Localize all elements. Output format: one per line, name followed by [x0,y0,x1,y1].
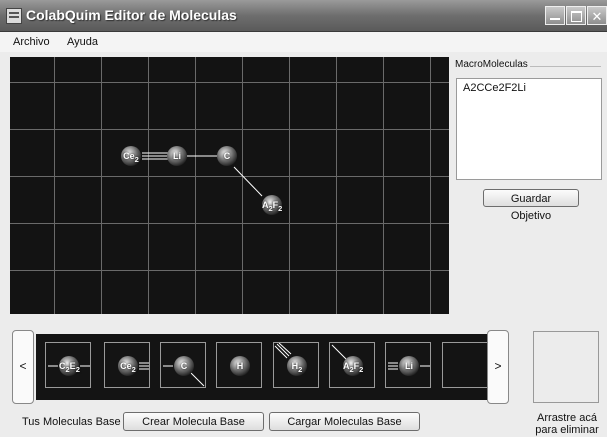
atom-li[interactable]: Li [399,356,419,376]
base-molecule-slot-empty[interactable] [442,342,487,388]
list-item[interactable]: A2CCe2F2Li [463,82,526,94]
menu-archivo[interactable]: Archivo [13,36,50,48]
app-icon [6,8,22,24]
bond-line [190,372,205,387]
atom-ce2[interactable]: Ce2 [121,146,141,166]
trash-label-line2: para eliminar [535,424,599,436]
base-molecule-slot[interactable]: A2F2 [329,342,375,388]
atom-symbol: Li [173,151,181,161]
trash-drop-zone[interactable] [533,331,599,403]
atom-h[interactable]: H [230,356,250,376]
macro-list[interactable]: A2CCe2F2Li [456,78,602,180]
macro-groupbox-legend: MacroMoleculas [453,59,530,70]
window-title: ColabQuim Editor de Moleculas [26,7,237,23]
atom-ce2[interactable]: Ce2 [118,356,138,376]
atom-a2f2[interactable]: A2F2 [262,195,282,215]
base-molecule-slot[interactable]: H [216,342,262,388]
bond-c-a2f2 [233,166,263,197]
atom-symbol: C [180,361,188,371]
atom-symbol: Li [405,361,413,371]
atom-c[interactable]: C [217,146,237,166]
atom-a2f2[interactable]: A2F2 [343,356,363,376]
atom-c[interactable]: C [174,356,194,376]
base-molecule-slot[interactable]: H2 [273,342,319,388]
atom-subscript-2: 2 [278,203,283,213]
minimize-button[interactable] [545,6,565,25]
molecule-canvas[interactable]: Ce2 Li C A2F2 [10,57,449,314]
base-molecule-slot[interactable]: Li [385,342,431,388]
base-molecule-slot[interactable]: Ce2 [104,342,150,388]
save-objective-button[interactable]: Guardar Objetivo [483,189,579,222]
base-molecules-label: Tus Moleculas Base [22,416,121,428]
atom-subscript-2: 2 [359,364,364,374]
title-bar: ColabQuim Editor de Moleculas ✕ [0,0,607,32]
base-molecule-slot[interactable]: C2E2 [45,342,91,388]
scroll-left-button[interactable]: < [12,330,34,404]
base-molecule-slot[interactable]: C [160,342,206,388]
atom-subscript: 2 [134,154,139,164]
atom-symbol: Ce [123,151,135,161]
trash-label: Arrastre acá para eliminar [520,412,607,436]
atom-subscript: 2 [298,364,303,374]
trash-label-line1: Arrastre acá [537,412,597,424]
scroll-right-button[interactable]: > [487,330,509,404]
atom-li[interactable]: Li [167,146,187,166]
menu-bar: Archivo Ayuda [0,32,607,52]
close-button[interactable]: ✕ [587,6,607,25]
load-base-molecules-button[interactable]: Cargar Moleculas Base [269,412,420,431]
atom-symbol: C [223,151,231,161]
atom-subscript-2: 2 [75,364,80,374]
atom-c2e2[interactable]: C2E2 [59,356,80,376]
base-molecule-strip: C2E2 Ce2 C H H2 A2F2 Li [36,334,487,400]
menu-ayuda[interactable]: Ayuda [67,36,98,48]
canvas-bonds [142,152,263,197]
atom-subscript: 2 [131,364,136,374]
bond-line [331,344,347,360]
atom-symbol: H [236,361,244,371]
atom-h2[interactable]: H2 [287,356,307,376]
atom-symbol: Ce [120,361,132,371]
create-base-molecule-button[interactable]: Crear Molecula Base [123,412,264,431]
maximize-button[interactable] [566,6,586,25]
